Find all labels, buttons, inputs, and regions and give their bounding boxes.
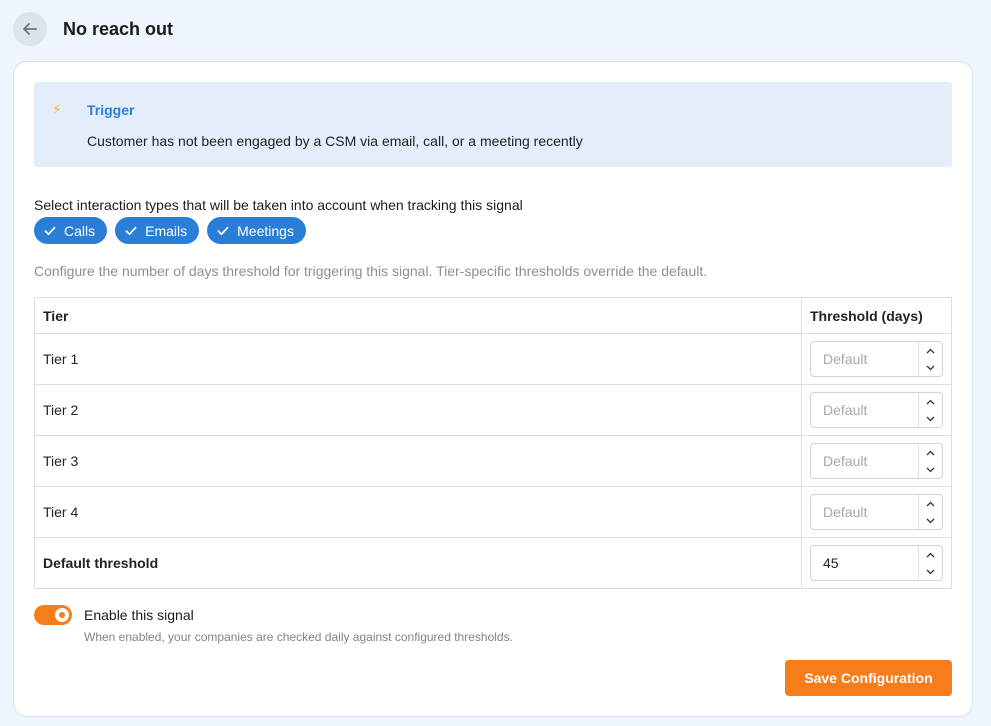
column-header-tier: Tier: [34, 297, 802, 334]
enable-signal-label: Enable this signal: [84, 607, 194, 623]
chevron-down-icon: [926, 365, 935, 370]
tier-name: Tier 1: [34, 333, 802, 385]
threshold-input-value[interactable]: Default: [811, 393, 918, 427]
tier-name: Tier 3: [34, 435, 802, 487]
chevron-up-icon: [926, 399, 935, 404]
chip-label: Calls: [64, 222, 96, 239]
default-threshold-label: Default threshold: [34, 537, 802, 589]
page-header: No reach out: [13, 12, 173, 46]
threshold-input-value[interactable]: 45: [811, 546, 918, 580]
chevron-down-icon: [926, 416, 935, 421]
trigger-title: Trigger: [87, 102, 135, 118]
threshold-table: Tier Threshold (days) Tier 1 Default Tie…: [34, 297, 952, 589]
threshold-input-value[interactable]: Default: [811, 342, 918, 376]
decrement-button[interactable]: [919, 410, 942, 427]
interaction-types-label: Select interaction types that will be ta…: [34, 197, 523, 213]
increment-button[interactable]: [919, 393, 942, 410]
decrement-button[interactable]: [919, 512, 942, 529]
threshold-input-tier-2[interactable]: Default: [810, 392, 943, 428]
chevron-up-icon: [926, 348, 935, 353]
chevron-down-icon: [926, 467, 935, 472]
decrement-button[interactable]: [919, 563, 942, 580]
table-row: Tier 2 Default: [34, 384, 952, 436]
threshold-hint: Configure the number of days threshold f…: [34, 263, 708, 279]
chip-calls[interactable]: Calls: [34, 217, 108, 244]
check-icon: [44, 226, 56, 235]
number-stepper: [918, 495, 942, 529]
chevron-up-icon: [926, 501, 935, 506]
lightning-bolt-icon: ⚡: [52, 101, 62, 117]
decrement-button[interactable]: [919, 461, 942, 478]
increment-button[interactable]: [919, 546, 942, 563]
table-row: Tier 3 Default: [34, 435, 952, 487]
trigger-description: Customer has not been engaged by a CSM v…: [87, 133, 583, 149]
toggle-knob: [55, 608, 69, 622]
interaction-type-chips: Calls Emails Meetings: [34, 217, 306, 244]
table-row: Tier 1 Default: [34, 333, 952, 385]
chip-label: Meetings: [237, 222, 294, 239]
number-stepper: [918, 444, 942, 478]
threshold-input-value[interactable]: Default: [811, 444, 918, 478]
column-header-threshold: Threshold (days): [801, 297, 952, 334]
increment-button[interactable]: [919, 495, 942, 512]
chevron-up-icon: [926, 552, 935, 557]
chevron-down-icon: [926, 518, 935, 523]
increment-button[interactable]: [919, 342, 942, 359]
threshold-input-value[interactable]: Default: [811, 495, 918, 529]
number-stepper: [918, 342, 942, 376]
number-stepper: [918, 546, 942, 580]
threshold-input-tier-4[interactable]: Default: [810, 494, 943, 530]
table-row-default: Default threshold 45: [34, 537, 952, 589]
tier-name: Tier 4: [34, 486, 802, 538]
save-configuration-button[interactable]: Save Configuration: [785, 660, 952, 696]
table-row: Tier 4 Default: [34, 486, 952, 538]
check-icon: [217, 226, 229, 235]
number-stepper: [918, 393, 942, 427]
signal-config-card: ⚡ Trigger Customer has not been engaged …: [13, 61, 973, 717]
trigger-panel: ⚡ Trigger Customer has not been engaged …: [34, 82, 952, 167]
chip-label: Emails: [145, 222, 188, 239]
chip-meetings[interactable]: Meetings: [207, 217, 306, 244]
enable-signal-toggle[interactable]: [34, 605, 72, 625]
page-title: No reach out: [63, 18, 174, 39]
table-header-row: Tier Threshold (days): [34, 297, 952, 334]
chip-emails[interactable]: Emails: [115, 217, 200, 244]
check-icon: [125, 226, 137, 235]
chevron-down-icon: [926, 569, 935, 574]
back-button[interactable]: [13, 12, 47, 46]
enable-signal-help: When enabled, your companies are checked…: [84, 630, 513, 644]
default-threshold-input[interactable]: 45: [810, 545, 943, 581]
tier-name: Tier 2: [34, 384, 802, 436]
increment-button[interactable]: [919, 444, 942, 461]
chevron-up-icon: [926, 450, 935, 455]
threshold-input-tier-1[interactable]: Default: [810, 341, 943, 377]
threshold-input-tier-3[interactable]: Default: [810, 443, 943, 479]
arrow-left-icon: [23, 23, 37, 35]
decrement-button[interactable]: [919, 359, 942, 376]
